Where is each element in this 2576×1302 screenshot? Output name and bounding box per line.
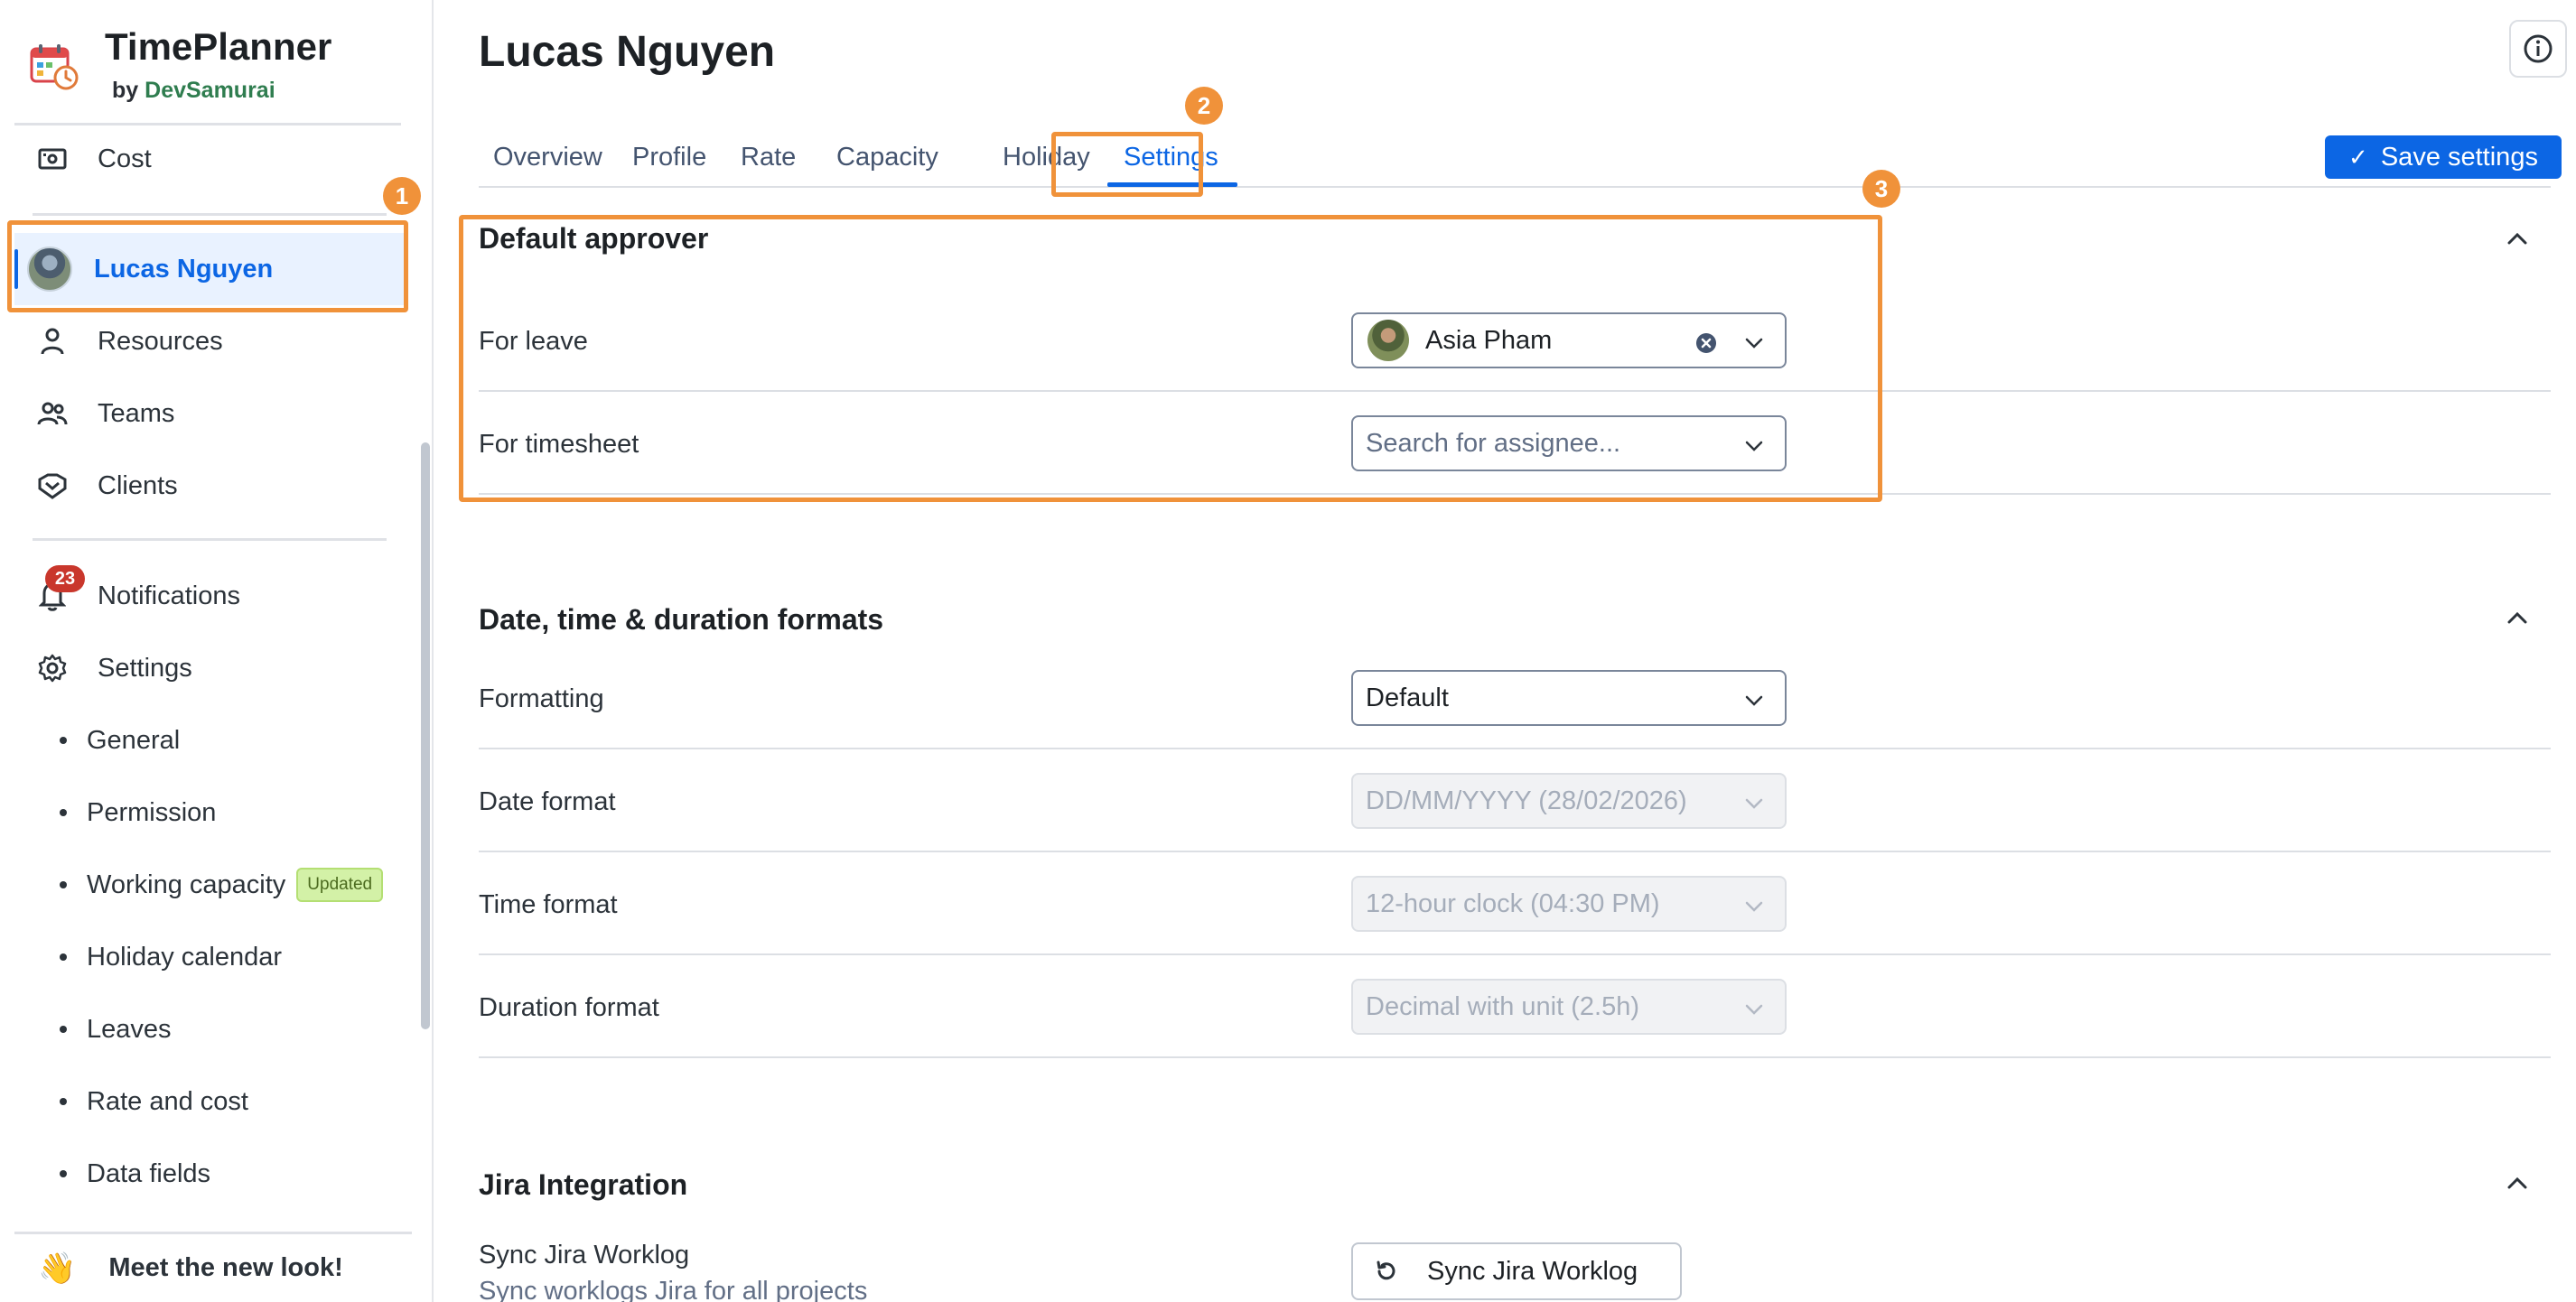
sidebar-subitem-label: Holiday calendar [87, 942, 283, 972]
people-icon [34, 395, 70, 432]
bullet [60, 953, 67, 961]
highlight-box-3 [459, 215, 1882, 502]
step-marker-2: 2 [1185, 87, 1223, 125]
chevron-down-icon [1745, 1004, 1763, 1015]
sidebar-subitem-working-capacity[interactable]: Working capacity Updated [60, 849, 384, 921]
sidebar: TimePlanner by DevSamurai Cost Lucas Ngu… [0, 0, 434, 1302]
refresh-icon [1377, 1260, 1395, 1280]
meet-new-look-label: Meet the new look! [108, 1253, 343, 1282]
sidebar-item-teams[interactable]: Teams [14, 377, 406, 450]
save-settings-button[interactable]: ✓ Save settings [2325, 135, 2562, 179]
sidebar-item-cost[interactable]: Cost [14, 123, 406, 195]
sidebar-subitem-label: Data fields [87, 1158, 211, 1188]
sidebar-item-label: Notifications [98, 581, 240, 610]
row-divider [479, 851, 2551, 852]
date-format-value: DD/MM/YYYY (28/02/2026) [1366, 786, 1687, 815]
waving-hand-icon: 👋 [38, 1251, 77, 1286]
chevron-down-icon [1745, 695, 1763, 706]
bullet [60, 809, 67, 816]
row-divider [479, 748, 2551, 749]
bullet [60, 737, 67, 744]
app-byline: by DevSamurai [112, 78, 275, 104]
sidebar-item-clients[interactable]: Clients [14, 450, 406, 522]
row-divider [479, 1056, 2551, 1058]
handshake-icon [34, 468, 70, 504]
duration-format-select: Decimal with unit (2.5h) [1351, 979, 1787, 1035]
tab-overview[interactable]: Overview [493, 143, 602, 172]
sidebar-item-label: Resources [98, 326, 223, 356]
sidebar-item-label: Cost [98, 144, 152, 173]
sidebar-subitem-permission[interactable]: Permission [60, 777, 216, 849]
row-divider [479, 953, 2551, 955]
sidebar-subitem-label: Permission [87, 797, 217, 827]
highlight-box-2 [1051, 132, 1203, 197]
chevron-up-icon[interactable] [2504, 1170, 2531, 1197]
sidebar-divider [33, 538, 387, 541]
info-icon [2524, 34, 2553, 63]
save-settings-label: Save settings [2380, 142, 2538, 172]
profile-tabs: Overview Profile Rate Capacity Holiday S… [479, 126, 2551, 188]
sidebar-subitem-general[interactable]: General [60, 704, 180, 777]
sync-jira-button-label: Sync Jira Worklog [1427, 1256, 1638, 1286]
check-icon: ✓ [2348, 143, 2368, 171]
sidebar-item-settings[interactable]: Settings [14, 632, 406, 704]
banknote-icon [34, 141, 70, 177]
bullet [60, 1026, 67, 1033]
duration-format-value: Decimal with unit (2.5h) [1366, 991, 1639, 1021]
sidebar-subitem-rate-and-cost[interactable]: Rate and cost [60, 1065, 248, 1138]
chevron-down-icon [1745, 798, 1763, 809]
chevron-up-icon[interactable] [2504, 605, 2531, 632]
meet-new-look-link[interactable]: 👋 Meet the new look! [14, 1232, 412, 1302]
calendar-clock-icon [30, 44, 79, 90]
sync-jira-description: Sync worklogs Jira for all projects [479, 1277, 868, 1302]
bullet [60, 881, 67, 888]
main-content: Lucas Nguyen Overview Profile Rate Capac… [435, 0, 2576, 1302]
sidebar-subitem-label: Leaves [87, 1014, 172, 1044]
duration-format-label: Duration format [479, 993, 659, 1022]
sidebar-subitem-label: Working capacity [87, 870, 286, 899]
date-format-label: Date format [479, 787, 616, 816]
sidebar-subitem-holiday-calendar[interactable]: Holiday calendar [60, 921, 282, 993]
date-format-select: DD/MM/YYYY (28/02/2026) [1351, 773, 1787, 829]
formatting-value: Default [1366, 683, 1449, 712]
byline-prefix: by [112, 78, 139, 103]
step-marker-3: 3 [1862, 170, 1900, 208]
bullet [60, 1098, 67, 1105]
bullet [60, 1170, 67, 1177]
section-title-jira: Jira Integration [479, 1168, 688, 1201]
chevron-down-icon [1745, 901, 1763, 912]
sidebar-subitem-leaves[interactable]: Leaves [60, 993, 172, 1065]
tab-profile[interactable]: Profile [632, 143, 706, 172]
sidebar-item-label: Settings [98, 653, 192, 683]
sidebar-item-label: Teams [98, 398, 175, 428]
formatting-label: Formatting [479, 684, 604, 713]
person-icon [34, 323, 70, 359]
updated-badge: Updated [296, 868, 384, 902]
sidebar-item-resources[interactable]: Resources [14, 305, 406, 377]
sidebar-scrollbar[interactable] [421, 442, 430, 1029]
step-marker-1: 1 [383, 177, 421, 215]
sidebar-subitem-data-fields[interactable]: Data fields [60, 1138, 210, 1210]
tab-rate[interactable]: Rate [741, 143, 796, 172]
sidebar-subitem-label: General [87, 725, 181, 755]
notification-count-badge: 23 [45, 565, 85, 592]
highlight-box-1 [7, 220, 408, 312]
sync-jira-button[interactable]: Sync Jira Worklog [1351, 1242, 1682, 1300]
sidebar-item-label: Clients [98, 470, 178, 500]
info-button[interactable] [2509, 20, 2567, 78]
sidebar-divider [33, 213, 387, 216]
time-format-value: 12-hour clock (04:30 PM) [1366, 888, 1660, 918]
time-format-label: Time format [479, 890, 618, 919]
page-title: Lucas Nguyen [479, 28, 776, 76]
formatting-select[interactable]: Default [1351, 670, 1787, 726]
time-format-select: 12-hour clock (04:30 PM) [1351, 876, 1787, 932]
gear-icon [34, 650, 70, 686]
sidebar-subitem-label: Rate and cost [87, 1086, 248, 1116]
section-title-formats: Date, time & duration formats [479, 603, 884, 636]
sync-jira-label: Sync Jira Worklog [479, 1241, 690, 1269]
app-title: TimePlanner [105, 25, 332, 68]
tab-capacity[interactable]: Capacity [836, 143, 938, 172]
byline-brand: DevSamurai [145, 78, 275, 103]
chevron-up-icon[interactable] [2504, 226, 2531, 253]
